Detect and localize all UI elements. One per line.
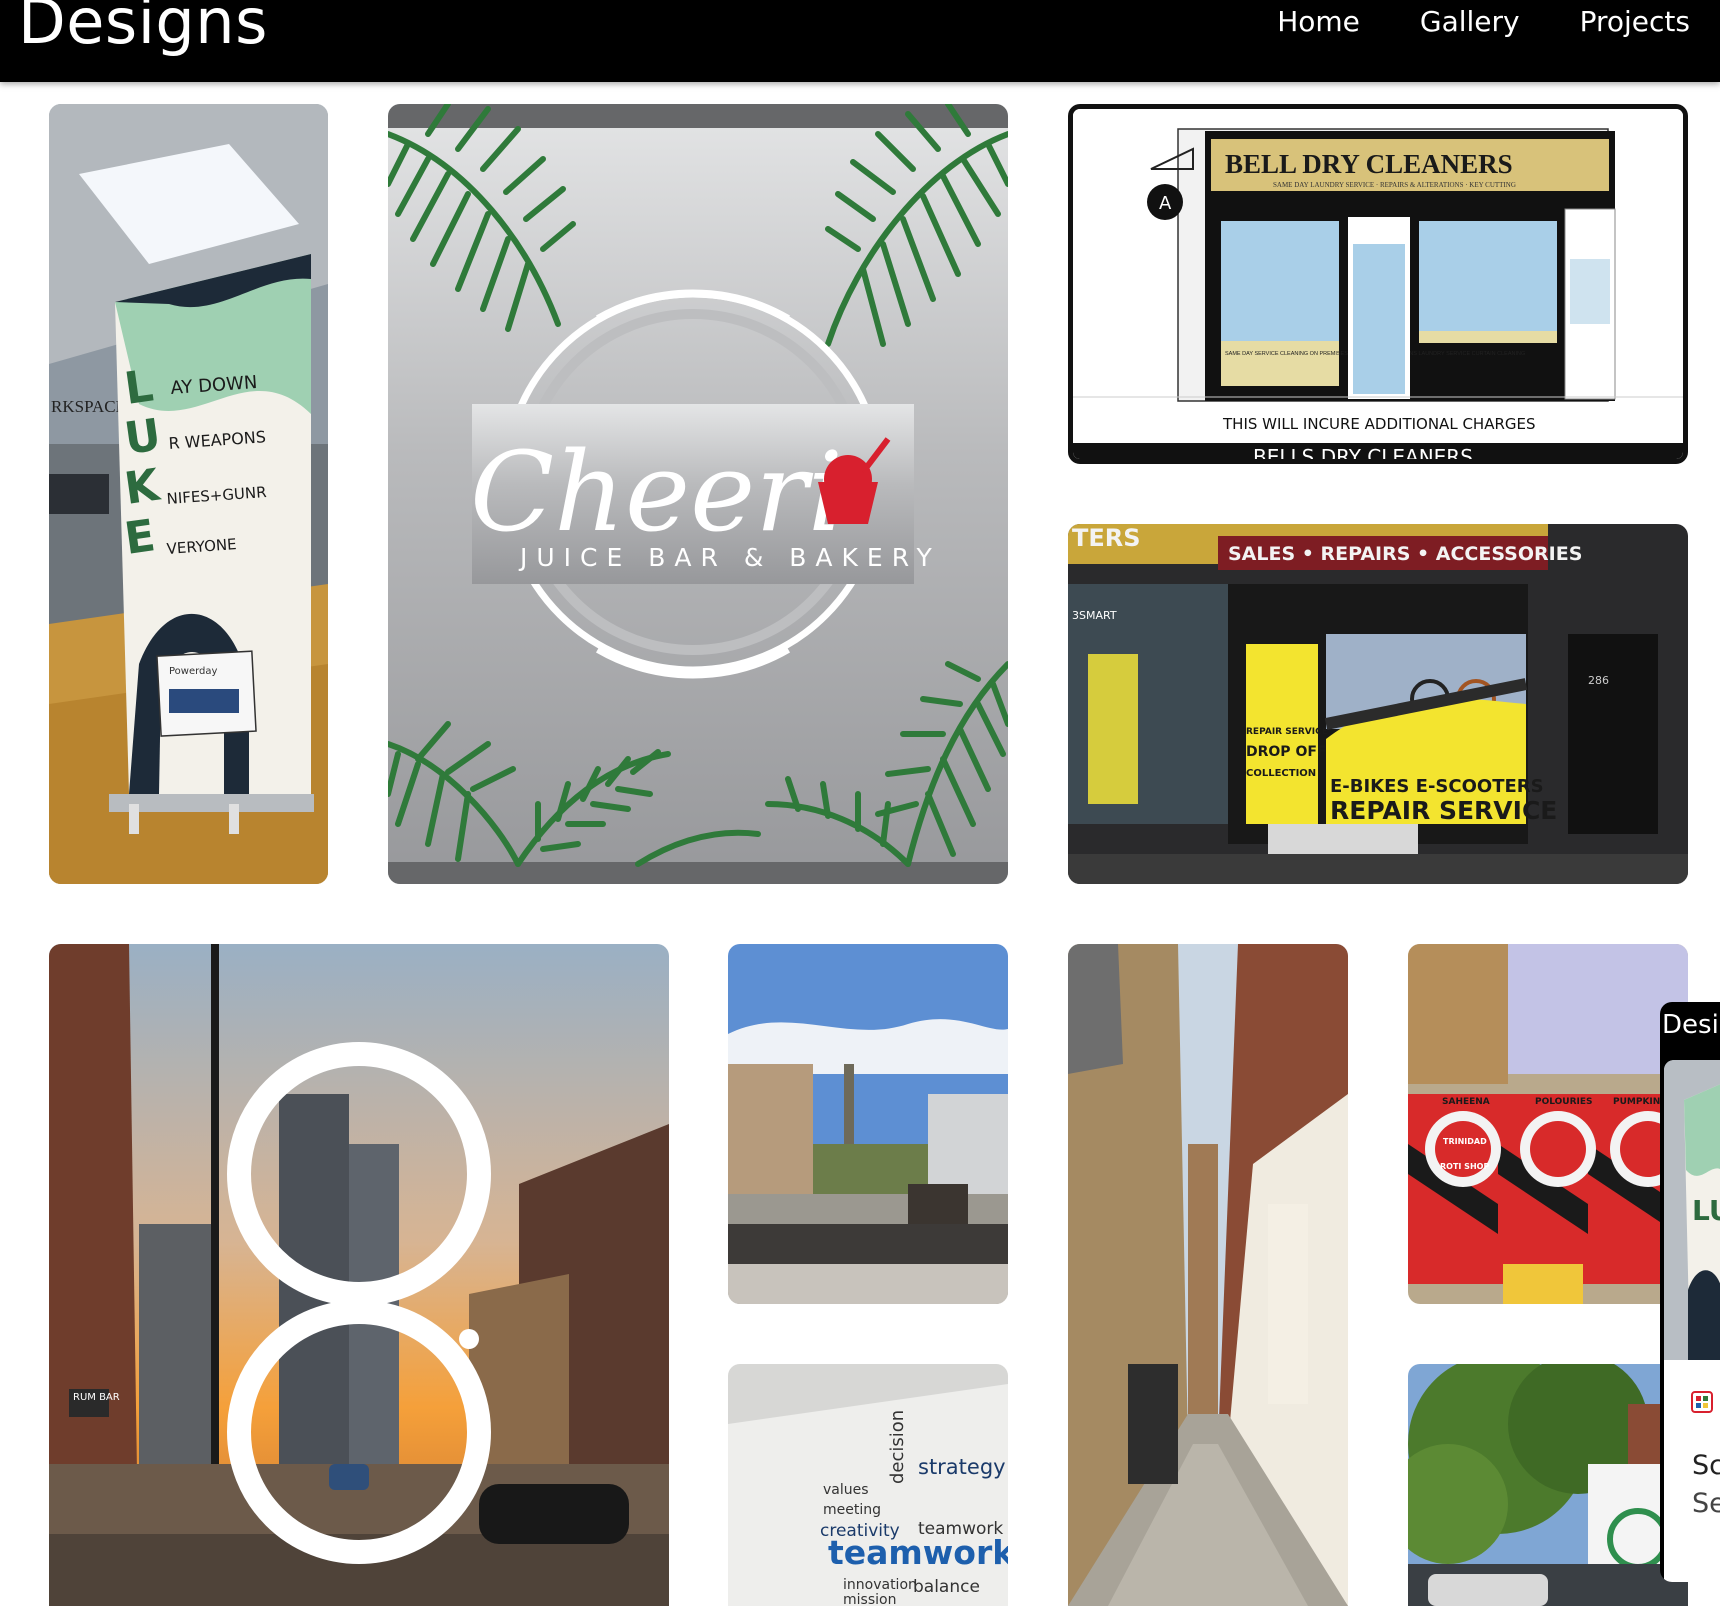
workspace-wall-text: RKSPACE <box>51 397 126 416</box>
nav-links: Home Gallery Projects <box>1277 0 1690 44</box>
roti-brand-text: TRINIDAD <box>1443 1137 1487 1146</box>
wordcloud-word-balance: balance <box>913 1577 980 1597</box>
luke-banner-image: RKSPACE L U K E AY DOWN R WEAPONS NIFES+… <box>49 104 328 884</box>
bell-sign: BELL DRY CLEANERS <box>1225 149 1513 179</box>
nav-link-projects[interactable]: Projects <box>1580 0 1690 44</box>
bike-brand-sign: 3SMART <box>1072 609 1117 622</box>
wordcloud-word-mission: mission <box>843 1592 896 1606</box>
gallery-item-roti-shop[interactable]: SAHEENA POLOURIES PUMPKIN PIE TRINIDAD R… <box>1408 944 1688 1304</box>
wordcloud-word-decision: decision <box>887 1410 908 1484</box>
nav-link-home[interactable]: Home <box>1277 0 1360 44</box>
bell-note: THIS WILL INCURE ADDITIONAL CHARGES <box>1222 415 1536 433</box>
gallery-item-bike-shop[interactable]: TERS SALES • REPAIRS • ACCESSORIES 3SMAR… <box>1068 524 1688 884</box>
wordcloud-word-future: values <box>823 1482 869 1498</box>
preview-popup-panel: Sc Se <box>1664 1360 1720 1582</box>
gallery-item-wordcloud[interactable]: strategy decision values meeting creativ… <box>728 1364 1008 1606</box>
bike-banner-1: E-BIKES E-SCOOTERS <box>1330 776 1544 797</box>
alley-image <box>1068 944 1348 1606</box>
bike-left-sign: TERS <box>1072 524 1141 552</box>
gallery-item-bell-dry-cleaners[interactable]: BELL DRY CLEANERS SAME DAY LAUNDRY SERVI… <box>1068 104 1688 464</box>
bike-banner-2: REPAIR SERVICE <box>1330 796 1557 825</box>
svg-text:U: U <box>121 409 163 464</box>
wordcloud-word-innovation: innovation <box>843 1577 917 1593</box>
preview-popup-title: Designs <box>1662 1010 1720 1040</box>
gallery-item-luke-banner[interactable]: RKSPACE L U K E AY DOWN R WEAPONS NIFES+… <box>49 104 328 884</box>
sunset-street-image: RUM BAR <box>49 944 669 1606</box>
wordcloud-word-teamwork: teamwork <box>828 1533 1008 1572</box>
cheeri-wordmark: Cheeri <box>470 428 843 556</box>
bike-side-1: REPAIR SERVICE <box>1246 727 1328 737</box>
tree-van-image <box>1408 1364 1688 1606</box>
brand-logo-link[interactable]: Designs <box>18 0 268 62</box>
svg-text:A: A <box>1159 193 1172 214</box>
wordcloud-word-strategy: strategy <box>918 1455 1006 1479</box>
bike-shop-image: TERS SALES • REPAIRS • ACCESSORIES 3SMAR… <box>1068 524 1688 884</box>
rum-bar-sign: RUM BAR <box>73 1392 120 1403</box>
bike-side-2: DROP OFF <box>1246 744 1326 760</box>
wordcloud-word-values: meeting <box>823 1502 881 1518</box>
preview-popup-line-2: Se <box>1692 1488 1720 1519</box>
nav-link-gallery[interactable]: Gallery <box>1420 0 1520 44</box>
gallery-item-cobbled-alley[interactable] <box>1068 944 1348 1606</box>
roti-label-text: ROTI SHOP <box>1440 1162 1489 1171</box>
preview-luke-text: LUKE <box>1692 1194 1720 1227</box>
bike-door-number: 286 <box>1588 674 1609 687</box>
top-navbar: Designs Home Gallery Projects <box>0 0 1720 82</box>
gallery-item-cheeri-logo[interactable]: Cheeri JUICE BAR & BAKERY <box>388 104 1008 884</box>
gallery-item-sunset-street[interactable]: RUM BAR <box>49 944 669 1606</box>
trafalgar-image <box>728 944 1008 1304</box>
roti-flavour-2: POLOURIES <box>1535 1097 1593 1107</box>
cheeri-logo-image: Cheeri JUICE BAR & BAKERY <box>388 104 1008 884</box>
cheeri-tagline: JUICE BAR & BAKERY <box>518 543 941 572</box>
roti-shop-image: SAHEENA POLOURIES PUMPKIN PIE TRINIDAD R… <box>1408 944 1688 1304</box>
bike-side-3: COLLECTION <box>1246 768 1316 779</box>
bike-top-sign: SALES • REPAIRS • ACCESSORIES <box>1228 543 1582 565</box>
luke-footer-text: Powerday <box>169 666 218 677</box>
gallery-item-tree-van[interactable] <box>1408 1364 1688 1606</box>
preview-popup-image: LUKE <box>1664 1060 1720 1360</box>
bell-footer: BELLS DRY CLEANERS <box>1253 445 1473 459</box>
wordcloud-image: strategy decision values meeting creativ… <box>728 1364 1008 1606</box>
preview-popup-line-1: Sc <box>1692 1450 1720 1481</box>
app-icon <box>1691 1391 1713 1413</box>
roti-flavour-1: SAHEENA <box>1442 1097 1490 1107</box>
bell-storefront-image: BELL DRY CLEANERS SAME DAY LAUNDRY SERVI… <box>1073 109 1683 459</box>
bell-subsign: SAME DAY LAUNDRY SERVICE · REPAIRS & ALT… <box>1273 181 1516 189</box>
gallery-item-trafalgar[interactable] <box>728 944 1008 1304</box>
preview-popup[interactable]: Designs LUKE Sc Se <box>1660 1002 1720 1582</box>
